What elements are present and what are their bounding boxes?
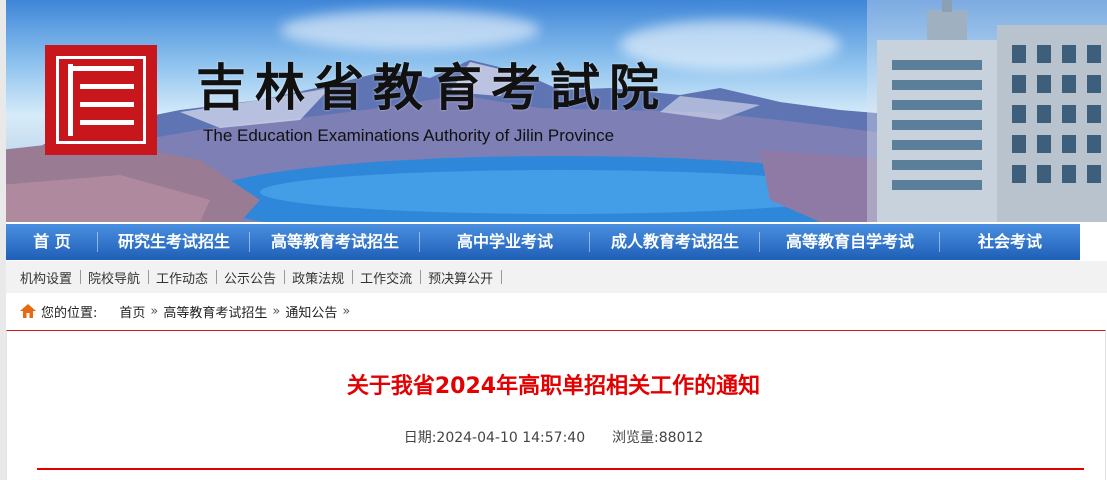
breadcrumb-home[interactable]: 首页 [119,302,145,321]
views-label: 浏览量: [612,430,659,446]
breadcrumb: 您的位置: 首页 » 高等教育考试招生 » 通知公告 » [20,300,355,322]
main-nav: 首 页 研究生考试招生 高等教育考试招生 高中学业考试 成人教育考试招生 高等教… [6,224,1080,260]
nav-item-graduate-exam[interactable]: 研究生考试招生 [98,224,250,260]
subnav-item-work-news[interactable]: 工作动态 [148,268,218,287]
title-divider [37,468,1084,470]
article-meta: 日期:2024-04-10 14:57:40 浏览量:88012 [0,427,1107,447]
breadcrumb-higher-ed-exam[interactable]: 高等教育考试招生 [163,302,267,321]
subnav-item-school-guide[interactable]: 院校导航 [80,268,150,287]
nav-item-high-school-exam[interactable]: 高中学业考试 [420,224,590,260]
subnav-item-public-notice[interactable]: 公示公告 [216,268,286,287]
breadcrumb-separator: » [272,303,281,319]
view-count: 88012 [658,430,704,446]
date-label: 日期: [403,430,437,446]
nav-item-self-study-exam[interactable]: 高等教育自学考试 [760,224,940,260]
nav-item-higher-ed-exam[interactable]: 高等教育考试招生 [250,224,420,260]
subnav-item-work-exchange[interactable]: 工作交流 [352,268,422,287]
nav-item-social-exam[interactable]: 社会考试 [940,224,1080,260]
building-illustration [867,0,1107,222]
header-banner: 吉林省教育考試院 The Education Examinations Auth… [0,0,1107,222]
article-date: 2024-04-10 14:57:40 [436,430,586,446]
breadcrumb-notices[interactable]: 通知公告 [285,302,337,321]
site-subtitle: The Education Examinations Authority of … [203,126,615,145]
seal-logo[interactable] [45,45,157,155]
breadcrumb-separator: » [342,303,351,319]
home-icon [20,304,36,318]
breadcrumb-prefix: 您的位置: [41,305,98,321]
sub-nav: 机构设置 院校导航 工作动态 公示公告 政策法规 工作交流 预决算公开 [6,261,1107,293]
subnav-item-policy[interactable]: 政策法规 [284,268,354,287]
subnav-item-organization[interactable]: 机构设置 [12,268,82,287]
nav-item-adult-ed-exam[interactable]: 成人教育考试招生 [590,224,760,260]
breadcrumb-separator: » [150,303,159,319]
subnav-item-budget[interactable]: 预决算公开 [420,268,503,287]
site-title: 吉林省教育考試院 [196,58,668,117]
nav-item-home[interactable]: 首 页 [6,224,98,260]
article-container [6,330,1106,480]
article-title: 关于我省2024年高职单招相关工作的通知 [346,374,761,399]
